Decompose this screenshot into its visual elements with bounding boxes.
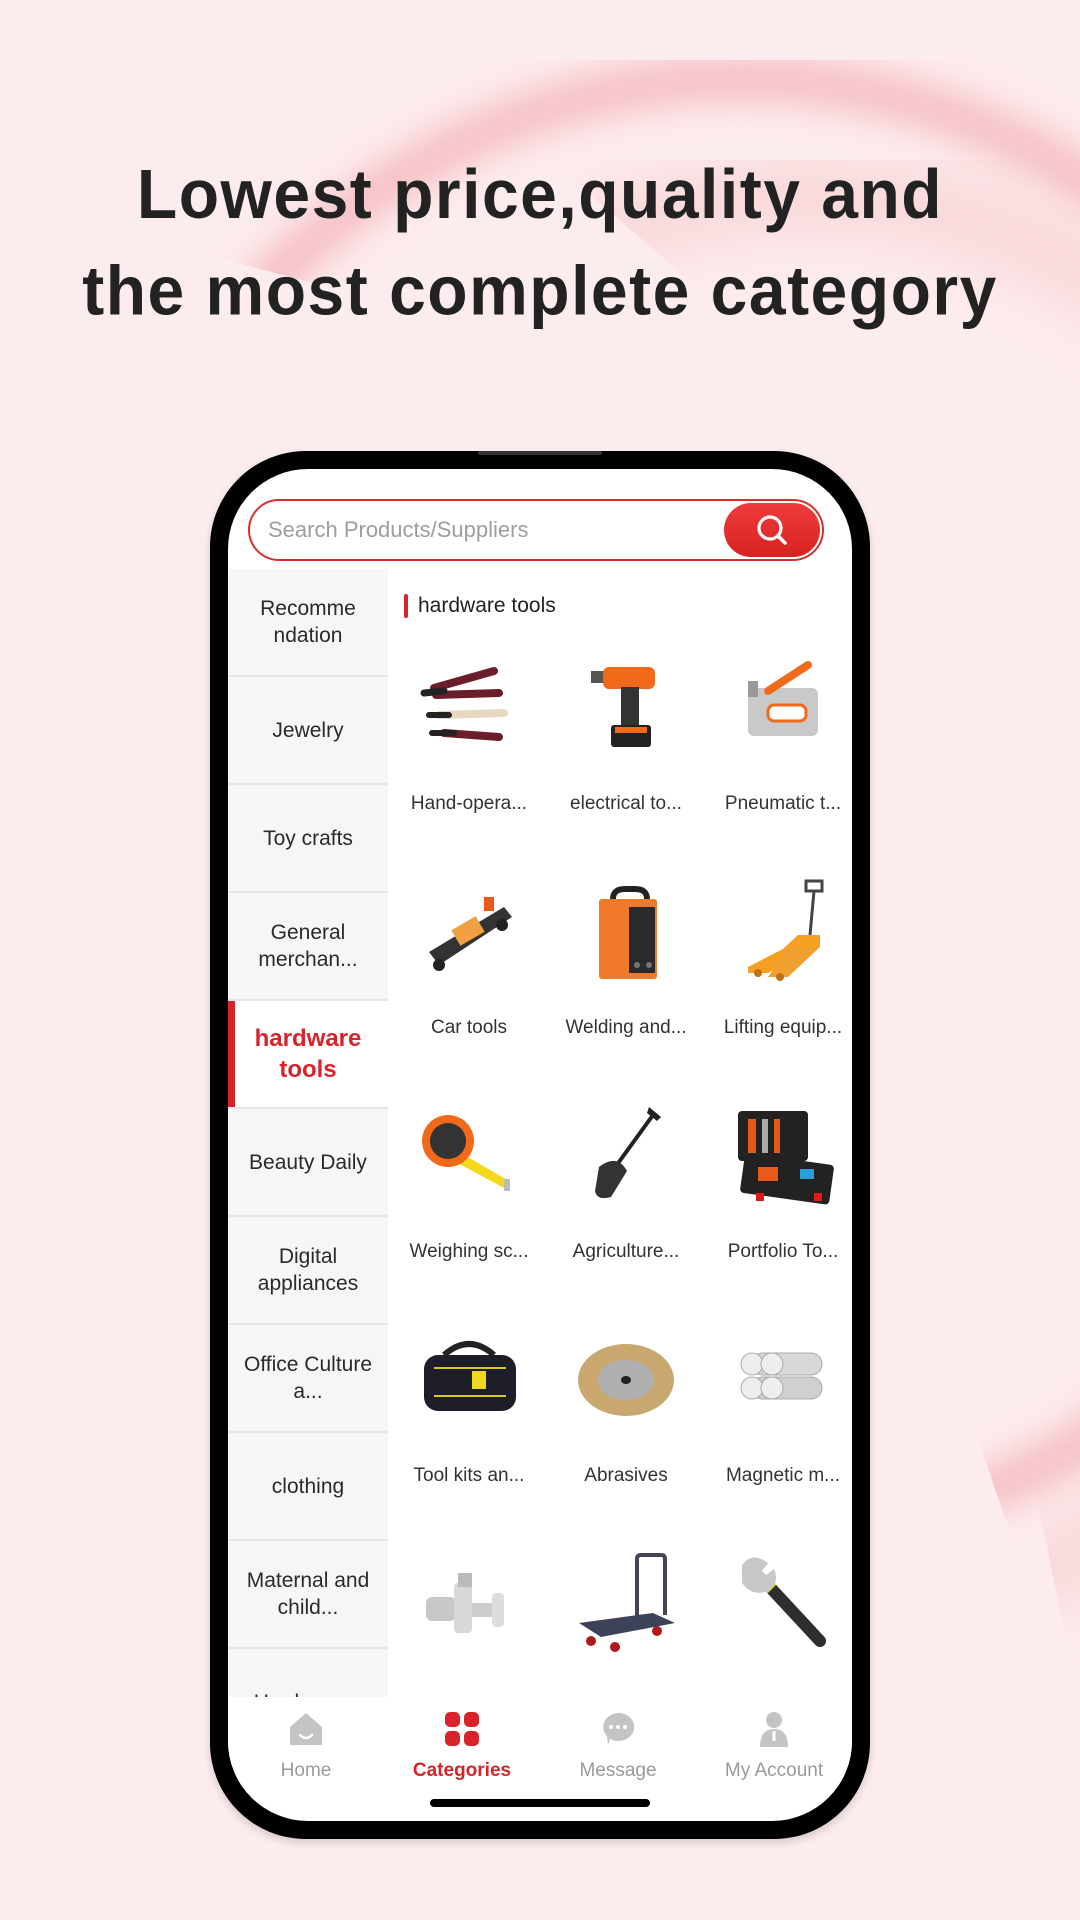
subcategory-label: Abrasives xyxy=(584,1465,668,1486)
sidebar-item-label: Maternal and child... xyxy=(246,1569,370,1619)
search-icon xyxy=(757,515,787,545)
sidebar-item-hardware-tools[interactable]: hardware tools xyxy=(228,1001,388,1109)
sidebar-item-maternal-and-child[interactable]: Maternal and child... xyxy=(228,1541,388,1649)
sidebar-item-label: clothing xyxy=(271,1474,345,1498)
hand-cart-icon xyxy=(571,1549,681,1659)
sidebar-item-toy-crafts[interactable]: Toy crafts xyxy=(228,785,388,893)
subcategory-item[interactable]: Lifting equip... xyxy=(708,873,852,1097)
drill-icon xyxy=(571,653,681,763)
phone-screen: Recomme ndation Jewelry Toy crafts General … xyxy=(228,469,852,1821)
subcategory-label: Weighing sc... xyxy=(409,1241,529,1262)
subcategory-grid: Hand-opera... electrical to... Pneumatic t… xyxy=(388,649,852,1697)
sidebar-item-label: Recomme ndation xyxy=(260,597,356,647)
search-bar xyxy=(248,499,824,561)
section-title-text: hardware tools xyxy=(418,594,556,617)
subcategory-label: Welding and... xyxy=(565,1017,687,1038)
subcategory-label: Agriculture... xyxy=(572,1241,680,1262)
home-icon xyxy=(288,1711,324,1752)
categories-icon xyxy=(444,1711,480,1752)
tool-bag-icon xyxy=(414,1325,524,1435)
sidebar-item-general-merchan[interactable]: General merchan... xyxy=(228,893,388,1001)
sidebar-item-beauty-daily[interactable]: Beauty Daily xyxy=(228,1109,388,1217)
bottom-tab-bar: Home Categories Message My Account xyxy=(228,1697,852,1787)
subcategory-item[interactable]: Welding and... xyxy=(551,873,701,1097)
subcategory-item[interactable] xyxy=(551,1545,701,1697)
subcategory-item[interactable] xyxy=(394,1545,544,1697)
subcategory-item[interactable] xyxy=(708,1545,852,1697)
wrench-icon xyxy=(728,1549,838,1659)
subcategory-label: Portfolio To... xyxy=(727,1241,839,1262)
sidebar-item-label: Jewelry xyxy=(272,718,344,742)
tape-measure-icon xyxy=(414,1101,524,1211)
tab-label: Message xyxy=(579,1760,657,1781)
tab-label: My Account xyxy=(724,1760,824,1781)
subcategory-item[interactable]: Hand-opera... xyxy=(394,649,544,873)
subcategory-item[interactable]: Portfolio To... xyxy=(708,1097,852,1321)
account-icon xyxy=(756,1711,792,1752)
message-icon xyxy=(600,1711,636,1752)
sidebar-item-hardware[interactable]: Hardware... xyxy=(228,1649,388,1698)
pliers-icon xyxy=(414,653,524,763)
tab-my-account[interactable]: My Account xyxy=(696,1697,852,1787)
sidebar-item-label: Digital appliances xyxy=(257,1245,359,1295)
subcategory-item[interactable]: Magnetic m... xyxy=(708,1321,852,1545)
search-button[interactable] xyxy=(724,503,820,557)
car-jack-icon xyxy=(414,877,524,987)
subcategory-label: Tool kits an... xyxy=(413,1465,525,1486)
sidebar-item-label: Toy crafts xyxy=(263,826,353,850)
sidebar-item-label: Hardware... xyxy=(254,1689,363,1698)
home-indicator[interactable] xyxy=(430,1799,650,1807)
tab-label: Categories xyxy=(412,1760,512,1781)
search-input[interactable] xyxy=(268,501,708,559)
subcategory-item[interactable]: Agriculture... xyxy=(551,1097,701,1321)
sidebar-item-office-culture-a[interactable]: Office Culture a... xyxy=(228,1325,388,1433)
wire-wheel-icon xyxy=(571,1325,681,1435)
subcategory-item[interactable]: Tool kits an... xyxy=(394,1321,544,1545)
subcategory-item[interactable]: electrical to... xyxy=(551,649,701,873)
subcategory-label: Car tools xyxy=(430,1017,508,1038)
tab-categories[interactable]: Categories xyxy=(384,1697,540,1787)
sidebar-item-label: hardware tools xyxy=(254,1025,362,1083)
headline-line-1: Lowest price,quality and xyxy=(136,154,944,233)
subcategory-item[interactable]: Car tools xyxy=(394,873,544,1097)
welder-icon xyxy=(571,877,681,987)
sidebar-item-label: Beauty Daily xyxy=(249,1150,367,1174)
section-title-marker xyxy=(404,594,408,618)
phone-frame: Recomme ndation Jewelry Toy crafts General … xyxy=(210,451,870,1839)
subcategory-item[interactable]: Pneumatic t... xyxy=(708,649,852,873)
subcategory-label: Lifting equip... xyxy=(723,1017,843,1038)
valve-icon xyxy=(414,1549,524,1659)
stapler-icon xyxy=(728,653,838,763)
magnets-icon xyxy=(728,1325,838,1435)
headline-line-2: the most complete category xyxy=(82,251,998,330)
category-content: hardware tools Hand-opera... electrical t… xyxy=(388,569,852,1697)
subcategory-label: electrical to... xyxy=(570,793,682,814)
promo-headline: Lowest price,quality and the most comple… xyxy=(0,145,1080,338)
subcategory-label: Magnetic m... xyxy=(725,1465,841,1486)
section-title: hardware tools xyxy=(404,593,556,619)
phone-speaker xyxy=(478,451,602,455)
subcategory-item[interactable]: Weighing sc... xyxy=(394,1097,544,1321)
sidebar-item-digital-appliances[interactable]: Digital appliances xyxy=(228,1217,388,1325)
subcategory-item[interactable]: Abrasives xyxy=(551,1321,701,1545)
sidebar-item-label: Office Culture a... xyxy=(244,1353,372,1403)
sidebar-item-recomme-ndation[interactable]: Recomme ndation xyxy=(228,569,388,677)
pallet-jack-icon xyxy=(728,877,838,987)
tab-message[interactable]: Message xyxy=(540,1697,696,1787)
category-sidebar[interactable]: Recomme ndation Jewelry Toy crafts General … xyxy=(228,569,388,1697)
shovel-icon xyxy=(571,1101,681,1211)
tab-home[interactable]: Home xyxy=(228,1697,384,1787)
tab-label: Home xyxy=(280,1760,332,1781)
sidebar-item-label: General merchan... xyxy=(258,921,358,971)
sidebar-item-clothing[interactable]: clothing xyxy=(228,1433,388,1541)
subcategory-label: Hand-opera... xyxy=(410,793,528,814)
toolbox-icon xyxy=(728,1101,838,1211)
sidebar-item-jewelry[interactable]: Jewelry xyxy=(228,677,388,785)
subcategory-label: Pneumatic t... xyxy=(724,793,842,814)
